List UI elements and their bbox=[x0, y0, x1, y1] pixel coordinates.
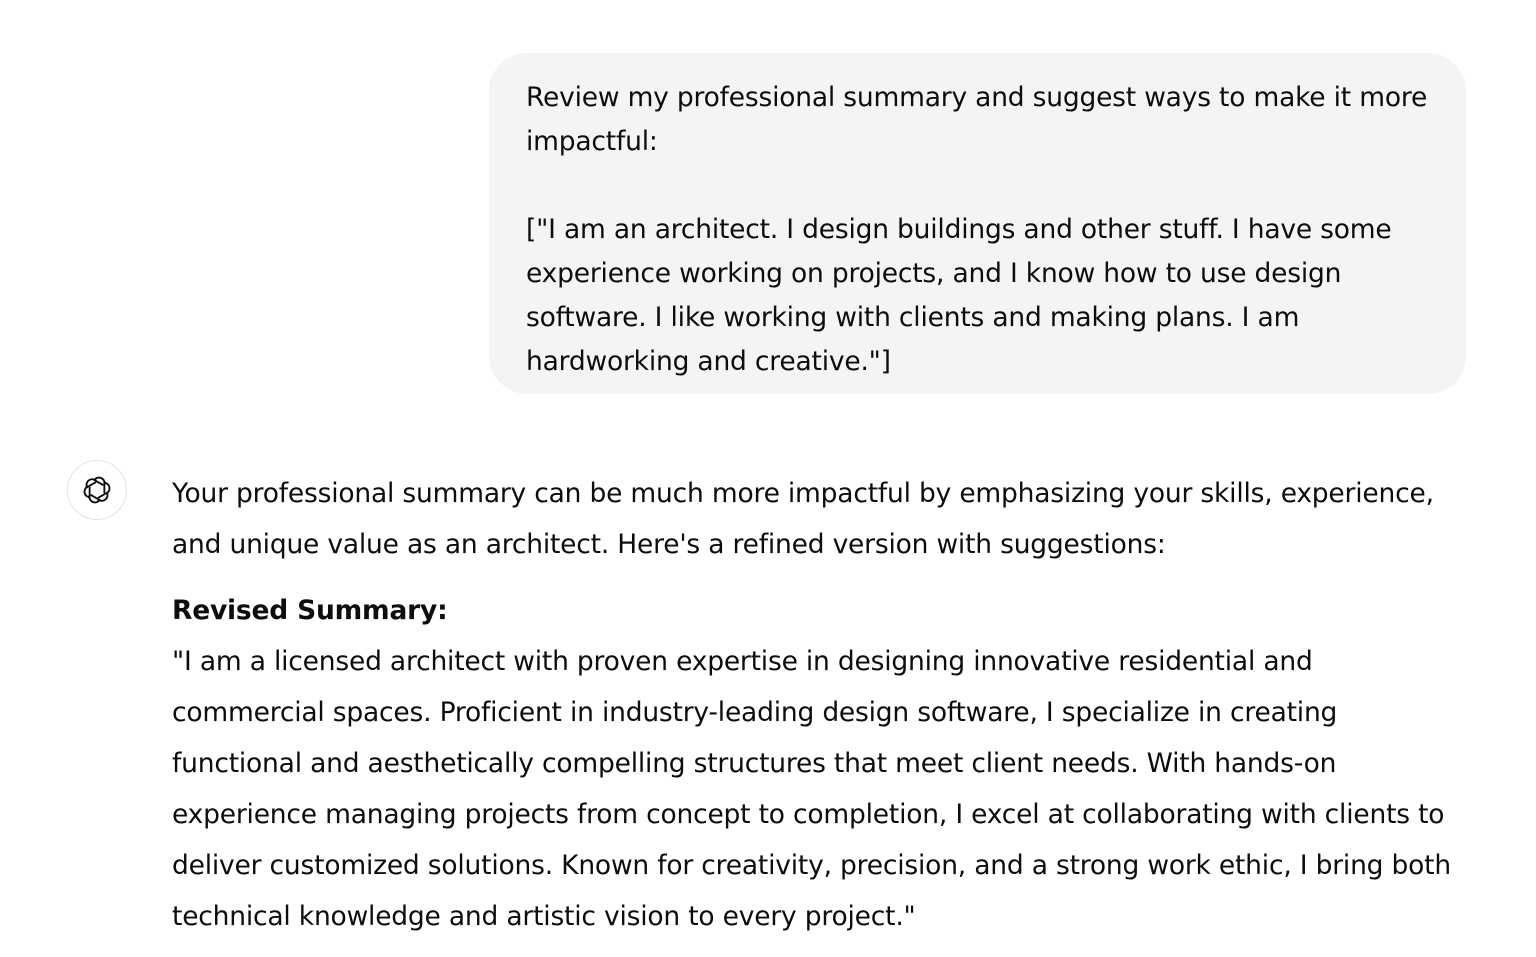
revised-summary-heading: Revised Summary: bbox=[172, 595, 448, 626]
assistant-intro-text: Your professional summary can be much mo… bbox=[172, 478, 1434, 560]
user-message-paragraph: ["I am an architect. I design buildings … bbox=[526, 214, 1392, 377]
assistant-avatar bbox=[67, 460, 127, 520]
user-message-paragraph: Review my professional summary and sugge… bbox=[526, 82, 1428, 157]
user-message-bubble: Review my professional summary and sugge… bbox=[489, 53, 1466, 394]
openai-logo-icon bbox=[83, 476, 111, 504]
revised-summary-text: "I am a licensed architect with proven e… bbox=[172, 646, 1451, 932]
assistant-message: Your professional summary can be much mo… bbox=[172, 468, 1472, 942]
